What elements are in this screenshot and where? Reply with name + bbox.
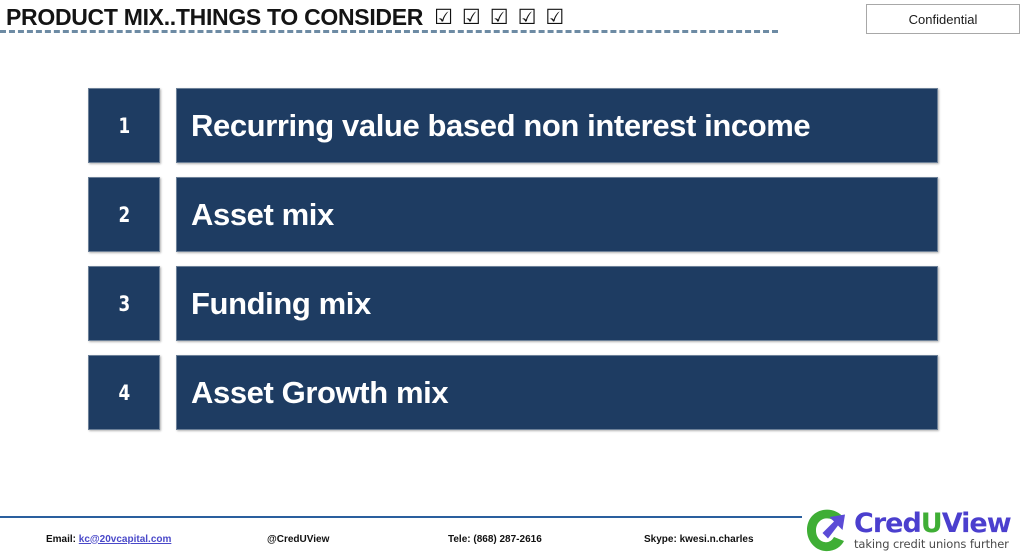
footer-skype: Skype: kwesi.n.charles (644, 533, 754, 545)
logo-word-cred: Cred (854, 507, 922, 539)
list-item[interactable]: 4 Asset Growth mix (88, 355, 938, 430)
list-item-label-box: Funding mix (176, 266, 938, 341)
list-item-number-box: 3 (88, 266, 160, 341)
page-title-text: PRODUCT MIX..THINGS TO CONSIDER (6, 3, 424, 30)
footer-telephone: Tele: (868) 287-2616 (448, 533, 542, 545)
product-mix-list: 1 Recurring value based non interest inc… (88, 88, 938, 430)
confidential-badge: Confidential (866, 4, 1020, 34)
creduview-mark-icon (806, 508, 852, 552)
list-item-label-box: Asset mix (176, 177, 938, 252)
footer-divider (0, 516, 802, 518)
checkbox-checked-icon: ☑ (461, 4, 481, 29)
list-item-number-box: 4 (88, 355, 160, 430)
logo-word-u: U (920, 507, 943, 539)
list-item-number-box: 2 (88, 177, 160, 252)
list-item-label-box: Recurring value based non interest incom… (176, 88, 938, 163)
checkbox-checked-icon: ☑ (434, 4, 453, 29)
list-item[interactable]: 2 Asset mix (88, 177, 938, 252)
confidential-badge-label: Confidential (908, 11, 978, 27)
checkbox-checked-icon: ☑ (545, 4, 565, 29)
checkbox-checked-icon: ☑ (489, 4, 509, 29)
creduview-wordmark: CredUView taking credit unions further (854, 507, 1012, 551)
page-title: PRODUCT MIX..THINGS TO CONSIDER ☑ ☑ ☑ ☑ … (6, 2, 786, 32)
list-item[interactable]: 1 Recurring value based non interest inc… (88, 88, 938, 163)
footer-email: Email: kc@20vcapital.com (46, 534, 171, 545)
list-item-label: Asset Growth mix (191, 375, 449, 410)
list-item-number: 2 (118, 202, 130, 227)
list-item[interactable]: 3 Funding mix (88, 266, 938, 341)
list-item-number-box: 1 (88, 88, 160, 163)
footer-twitter-handle: @CredUView (267, 533, 330, 545)
logo-word-view: View (941, 507, 1012, 539)
list-item-label-box: Asset Growth mix (176, 355, 938, 430)
creduview-logo: CredUView taking credit unions further (806, 506, 1020, 554)
list-item-number: 1 (118, 113, 130, 138)
list-item-number: 4 (118, 380, 130, 405)
creduview-tagline: taking credit unions further (854, 536, 1009, 551)
creduview-wordmark-text: CredUView (854, 507, 1012, 539)
footer: Email: kc@20vcapital.com @CredUView Tele… (0, 528, 800, 550)
list-item-label: Asset mix (191, 197, 334, 232)
footer-email-link[interactable]: kc@20vcapital.com (79, 534, 172, 545)
title-divider (0, 30, 778, 33)
footer-email-prefix: Email: (46, 533, 77, 545)
checkbox-checked-icon: ☑ (517, 4, 537, 29)
list-item-number: 3 (118, 291, 130, 316)
list-item-label: Recurring value based non interest incom… (191, 108, 811, 143)
list-item-label: Funding mix (191, 286, 371, 321)
title-checkmark-group: ☑ ☑ ☑ ☑ ☑ (434, 4, 565, 29)
